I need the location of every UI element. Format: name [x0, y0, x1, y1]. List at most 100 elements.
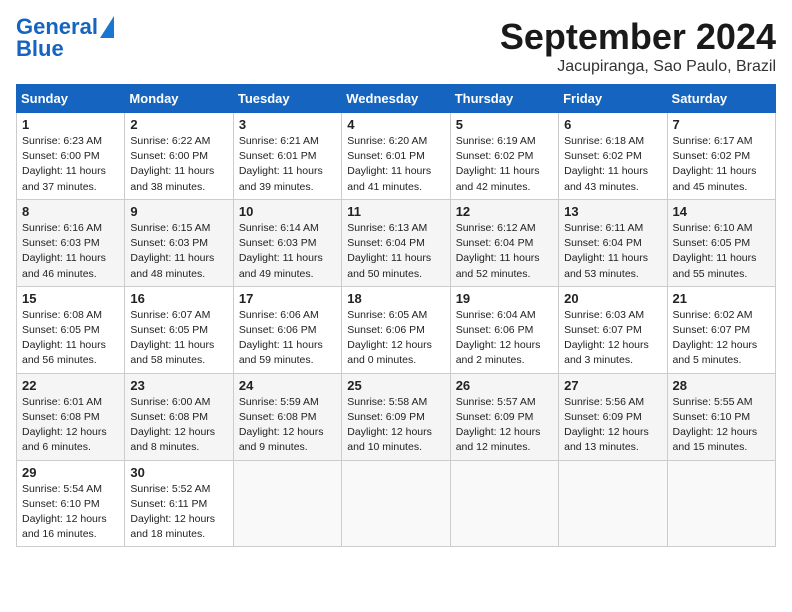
day-number: 15 — [22, 291, 119, 306]
day-number: 11 — [347, 204, 444, 219]
calendar-cell: 22 Sunrise: 6:01 AMSunset: 6:08 PMDaylig… — [17, 373, 125, 460]
day-header-wednesday: Wednesday — [342, 85, 450, 113]
cell-content: Sunrise: 5:54 AMSunset: 6:10 PMDaylight:… — [22, 482, 119, 543]
cell-content: Sunrise: 6:03 AMSunset: 6:07 PMDaylight:… — [564, 308, 661, 369]
day-number: 12 — [456, 204, 553, 219]
cell-content: Sunrise: 6:15 AMSunset: 6:03 PMDaylight:… — [130, 221, 227, 282]
day-number: 8 — [22, 204, 119, 219]
calendar-cell: 7 Sunrise: 6:17 AMSunset: 6:02 PMDayligh… — [667, 113, 775, 200]
cell-content: Sunrise: 6:06 AMSunset: 6:06 PMDaylight:… — [239, 308, 336, 369]
calendar-cell — [233, 460, 341, 547]
calendar-cell: 23 Sunrise: 6:00 AMSunset: 6:08 PMDaylig… — [125, 373, 233, 460]
cell-content: Sunrise: 5:59 AMSunset: 6:08 PMDaylight:… — [239, 395, 336, 456]
cell-content: Sunrise: 6:17 AMSunset: 6:02 PMDaylight:… — [673, 134, 770, 195]
calendar-week-row: 8 Sunrise: 6:16 AMSunset: 6:03 PMDayligh… — [17, 199, 776, 286]
day-number: 22 — [22, 378, 119, 393]
calendar-subtitle: Jacupiranga, Sao Paulo, Brazil — [500, 58, 776, 76]
calendar-cell — [667, 460, 775, 547]
title-block: September 2024 Jacupiranga, Sao Paulo, B… — [500, 16, 776, 76]
cell-content: Sunrise: 6:01 AMSunset: 6:08 PMDaylight:… — [22, 395, 119, 456]
day-number: 17 — [239, 291, 336, 306]
calendar-cell: 21 Sunrise: 6:02 AMSunset: 6:07 PMDaylig… — [667, 286, 775, 373]
cell-content: Sunrise: 5:58 AMSunset: 6:09 PMDaylight:… — [347, 395, 444, 456]
cell-content: Sunrise: 6:07 AMSunset: 6:05 PMDaylight:… — [130, 308, 227, 369]
cell-content: Sunrise: 6:10 AMSunset: 6:05 PMDaylight:… — [673, 221, 770, 282]
cell-content: Sunrise: 6:08 AMSunset: 6:05 PMDaylight:… — [22, 308, 119, 369]
calendar-cell: 12 Sunrise: 6:12 AMSunset: 6:04 PMDaylig… — [450, 199, 558, 286]
calendar-cell: 27 Sunrise: 5:56 AMSunset: 6:09 PMDaylig… — [559, 373, 667, 460]
cell-content: Sunrise: 6:04 AMSunset: 6:06 PMDaylight:… — [456, 308, 553, 369]
cell-content: Sunrise: 6:23 AMSunset: 6:00 PMDaylight:… — [22, 134, 119, 195]
day-number: 19 — [456, 291, 553, 306]
cell-content: Sunrise: 6:18 AMSunset: 6:02 PMDaylight:… — [564, 134, 661, 195]
day-number: 28 — [673, 378, 770, 393]
day-number: 27 — [564, 378, 661, 393]
calendar-week-row: 29 Sunrise: 5:54 AMSunset: 6:10 PMDaylig… — [17, 460, 776, 547]
calendar-cell: 29 Sunrise: 5:54 AMSunset: 6:10 PMDaylig… — [17, 460, 125, 547]
calendar-cell: 14 Sunrise: 6:10 AMSunset: 6:05 PMDaylig… — [667, 199, 775, 286]
day-number: 1 — [22, 117, 119, 132]
calendar-week-row: 1 Sunrise: 6:23 AMSunset: 6:00 PMDayligh… — [17, 113, 776, 200]
cell-content: Sunrise: 6:05 AMSunset: 6:06 PMDaylight:… — [347, 308, 444, 369]
calendar-cell: 1 Sunrise: 6:23 AMSunset: 6:00 PMDayligh… — [17, 113, 125, 200]
calendar-cell: 5 Sunrise: 6:19 AMSunset: 6:02 PMDayligh… — [450, 113, 558, 200]
day-number: 2 — [130, 117, 227, 132]
cell-content: Sunrise: 5:52 AMSunset: 6:11 PMDaylight:… — [130, 482, 227, 543]
calendar-cell: 26 Sunrise: 5:57 AMSunset: 6:09 PMDaylig… — [450, 373, 558, 460]
cell-content: Sunrise: 6:02 AMSunset: 6:07 PMDaylight:… — [673, 308, 770, 369]
day-number: 25 — [347, 378, 444, 393]
calendar-cell: 16 Sunrise: 6:07 AMSunset: 6:05 PMDaylig… — [125, 286, 233, 373]
cell-content: Sunrise: 6:21 AMSunset: 6:01 PMDaylight:… — [239, 134, 336, 195]
day-number: 5 — [456, 117, 553, 132]
day-number: 18 — [347, 291, 444, 306]
calendar-cell — [450, 460, 558, 547]
cell-content: Sunrise: 5:56 AMSunset: 6:09 PMDaylight:… — [564, 395, 661, 456]
cell-content: Sunrise: 5:55 AMSunset: 6:10 PMDaylight:… — [673, 395, 770, 456]
day-number: 29 — [22, 465, 119, 480]
logo: General Blue — [16, 16, 114, 60]
calendar-cell: 8 Sunrise: 6:16 AMSunset: 6:03 PMDayligh… — [17, 199, 125, 286]
calendar-cell: 24 Sunrise: 5:59 AMSunset: 6:08 PMDaylig… — [233, 373, 341, 460]
day-header-sunday: Sunday — [17, 85, 125, 113]
day-number: 26 — [456, 378, 553, 393]
calendar-cell: 18 Sunrise: 6:05 AMSunset: 6:06 PMDaylig… — [342, 286, 450, 373]
day-header-thursday: Thursday — [450, 85, 558, 113]
calendar-cell: 9 Sunrise: 6:15 AMSunset: 6:03 PMDayligh… — [125, 199, 233, 286]
calendar-cell: 13 Sunrise: 6:11 AMSunset: 6:04 PMDaylig… — [559, 199, 667, 286]
day-number: 7 — [673, 117, 770, 132]
calendar-title: September 2024 — [500, 16, 776, 58]
day-number: 6 — [564, 117, 661, 132]
cell-content: Sunrise: 6:11 AMSunset: 6:04 PMDaylight:… — [564, 221, 661, 282]
cell-content: Sunrise: 6:12 AMSunset: 6:04 PMDaylight:… — [456, 221, 553, 282]
logo-blue-text: Blue — [16, 38, 64, 60]
cell-content: Sunrise: 6:22 AMSunset: 6:00 PMDaylight:… — [130, 134, 227, 195]
cell-content: Sunrise: 6:13 AMSunset: 6:04 PMDaylight:… — [347, 221, 444, 282]
cell-content: Sunrise: 6:20 AMSunset: 6:01 PMDaylight:… — [347, 134, 444, 195]
calendar-cell — [342, 460, 450, 547]
logo-triangle-icon — [100, 16, 114, 38]
calendar-header-row: SundayMondayTuesdayWednesdayThursdayFrid… — [17, 85, 776, 113]
day-number: 9 — [130, 204, 227, 219]
calendar-week-row: 22 Sunrise: 6:01 AMSunset: 6:08 PMDaylig… — [17, 373, 776, 460]
day-number: 23 — [130, 378, 227, 393]
page-header: General Blue September 2024 Jacupiranga,… — [16, 16, 776, 76]
calendar-cell: 20 Sunrise: 6:03 AMSunset: 6:07 PMDaylig… — [559, 286, 667, 373]
day-header-saturday: Saturday — [667, 85, 775, 113]
day-number: 4 — [347, 117, 444, 132]
day-number: 30 — [130, 465, 227, 480]
logo-text: General — [16, 16, 98, 38]
calendar-week-row: 15 Sunrise: 6:08 AMSunset: 6:05 PMDaylig… — [17, 286, 776, 373]
day-number: 13 — [564, 204, 661, 219]
day-header-tuesday: Tuesday — [233, 85, 341, 113]
calendar-cell: 4 Sunrise: 6:20 AMSunset: 6:01 PMDayligh… — [342, 113, 450, 200]
day-number: 14 — [673, 204, 770, 219]
calendar-cell: 30 Sunrise: 5:52 AMSunset: 6:11 PMDaylig… — [125, 460, 233, 547]
calendar-cell: 3 Sunrise: 6:21 AMSunset: 6:01 PMDayligh… — [233, 113, 341, 200]
day-number: 24 — [239, 378, 336, 393]
calendar-cell: 11 Sunrise: 6:13 AMSunset: 6:04 PMDaylig… — [342, 199, 450, 286]
calendar-cell: 6 Sunrise: 6:18 AMSunset: 6:02 PMDayligh… — [559, 113, 667, 200]
day-number: 21 — [673, 291, 770, 306]
cell-content: Sunrise: 6:16 AMSunset: 6:03 PMDaylight:… — [22, 221, 119, 282]
day-header-monday: Monday — [125, 85, 233, 113]
calendar-cell: 10 Sunrise: 6:14 AMSunset: 6:03 PMDaylig… — [233, 199, 341, 286]
